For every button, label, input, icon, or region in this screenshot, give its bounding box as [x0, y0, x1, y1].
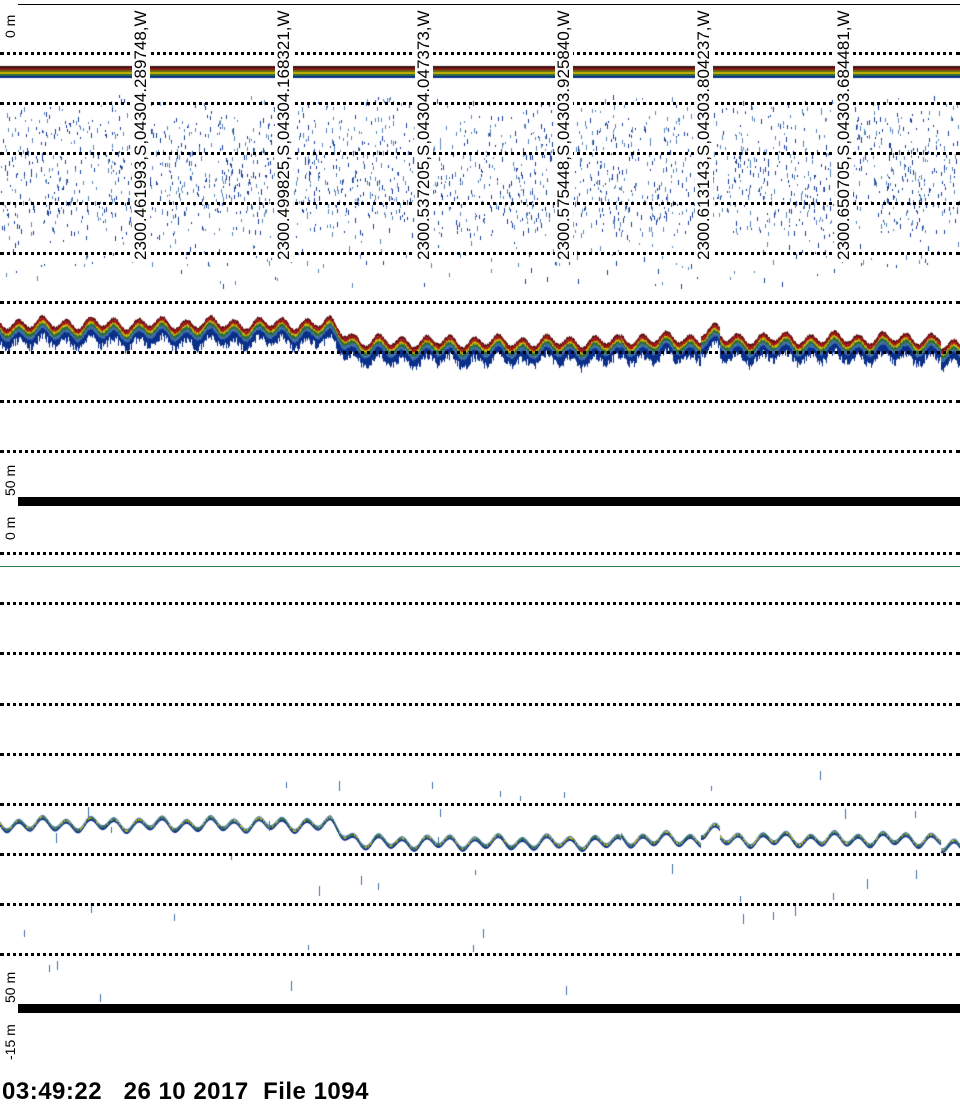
footer-file: File 1094 — [263, 1078, 369, 1105]
gridline — [0, 803, 960, 806]
position-label: 2300.461993,S,04304.289748,W — [131, 8, 150, 262]
gridline — [0, 853, 960, 856]
position-label: 2300.537205,S,04304.047373,W — [414, 8, 433, 262]
bottom-depth-offset-label: -15 m — [2, 1024, 18, 1060]
gridline — [0, 652, 960, 655]
footer-time: 03:49:22 — [2, 1078, 103, 1105]
gridline — [0, 351, 960, 354]
top-depth-end-label: 50 m — [2, 464, 18, 496]
footer-status: 03:49:22 26 10 2017 File 1094 — [2, 1078, 369, 1106]
water-line — [0, 566, 960, 567]
position-label: 2300.499825,S,04304.168321,W — [274, 8, 293, 262]
gridline — [0, 552, 960, 555]
position-label: 2300.575448,S,04303.925840,W — [554, 8, 573, 262]
gridline — [0, 400, 960, 403]
position-label: 2300.650705,S,04303.684481,W — [834, 8, 853, 262]
gridline — [0, 753, 960, 756]
gridline — [0, 450, 960, 453]
top-depth-start-label: 0 m — [2, 14, 18, 38]
footer-date: 26 10 2017 — [123, 1078, 249, 1105]
bottom-depth-end-label: 50 m — [2, 971, 18, 1003]
gridline — [0, 602, 960, 605]
gridline — [0, 953, 960, 956]
gridline — [0, 703, 960, 706]
panel-separator — [18, 1004, 960, 1013]
surface-line — [18, 4, 960, 5]
position-label: 2300.613143,S,04303.804237,W — [694, 8, 713, 262]
gridline — [0, 903, 960, 906]
panel-separator — [18, 497, 960, 506]
bottom-depth-start-label: 0 m — [2, 516, 18, 540]
gridline — [0, 301, 960, 304]
